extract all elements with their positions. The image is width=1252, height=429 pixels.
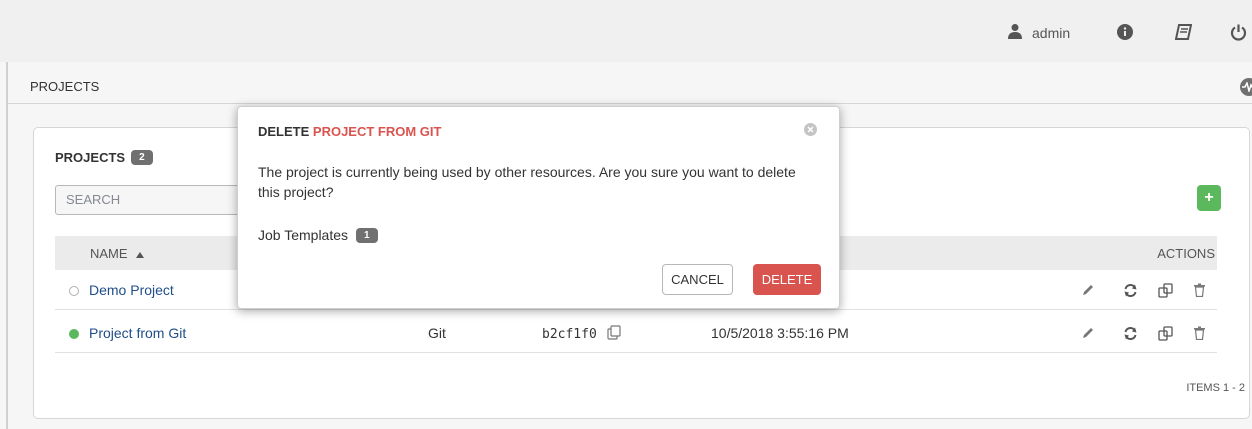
close-icon[interactable] — [804, 123, 817, 136]
trash-icon[interactable] — [1191, 282, 1207, 298]
associated-resources: Job Templates 1 — [258, 227, 378, 243]
revision-hash: b2cf1f0 — [542, 327, 597, 342]
copy-icon[interactable] — [1157, 282, 1173, 298]
breadcrumb: PROJECTS — [8, 70, 1252, 104]
copy-revision-icon[interactable] — [607, 325, 622, 344]
sync-icon[interactable] — [1122, 325, 1138, 341]
sync-icon[interactable] — [1122, 282, 1138, 298]
delete-confirm-modal: DELETE PROJECT FROM GIT The project is c… — [237, 106, 840, 309]
modal-title: DELETE PROJECT FROM GIT — [258, 124, 441, 139]
activity-stream-icon[interactable] — [1240, 78, 1252, 96]
top-navbar: admin — [0, 0, 1252, 62]
last-updated: 10/5/2018 3:55:16 PM — [711, 325, 849, 341]
revision: b2cf1f0 — [542, 325, 622, 344]
project-name-link[interactable]: Demo Project — [89, 282, 174, 298]
pagination-items: ITEMS 1 - 2 — [1186, 382, 1245, 394]
column-name-label: NAME — [90, 246, 128, 261]
column-header-actions: ACTIONS — [1157, 246, 1215, 261]
delete-button[interactable]: DELETE — [753, 264, 821, 295]
user-menu[interactable]: admin — [1007, 23, 1070, 42]
scm-type: Git — [428, 325, 446, 341]
edit-icon[interactable] — [1080, 325, 1096, 341]
power-icon[interactable] — [1230, 24, 1247, 41]
username-label: admin — [1032, 24, 1071, 41]
modal-message: The project is currently being used by o… — [258, 164, 796, 200]
status-dot-icon — [69, 329, 79, 339]
docs-icon[interactable] — [1175, 24, 1192, 40]
copy-icon[interactable] — [1157, 325, 1173, 341]
status-dot-icon — [69, 286, 79, 296]
cancel-button[interactable]: CANCEL — [662, 264, 733, 295]
project-count-badge: 2 — [131, 150, 153, 165]
edit-icon[interactable] — [1080, 282, 1096, 298]
info-icon[interactable] — [1117, 24, 1133, 40]
job-templates-label: Job Templates — [258, 227, 349, 243]
add-project-button[interactable]: + — [1197, 185, 1221, 211]
trash-icon[interactable] — [1191, 325, 1207, 341]
column-header-name[interactable]: NAME — [90, 246, 144, 261]
sort-ascending-icon — [135, 246, 144, 261]
modal-title-prefix: DELETE — [258, 124, 313, 139]
page-left-border — [6, 62, 8, 429]
job-templates-count-badge: 1 — [356, 227, 378, 243]
panel-title-label: PROJECTS — [55, 150, 126, 165]
breadcrumb-projects[interactable]: PROJECTS — [30, 79, 99, 94]
modal-title-resource: PROJECT FROM GIT — [312, 124, 442, 139]
user-icon — [1007, 23, 1023, 42]
project-name-link[interactable]: Project from Git — [89, 325, 186, 341]
panel-title: PROJECTS 2 — [55, 150, 153, 165]
table-row: Project from Git Git b2cf1f0 10/5/2018 3… — [55, 313, 1217, 353]
